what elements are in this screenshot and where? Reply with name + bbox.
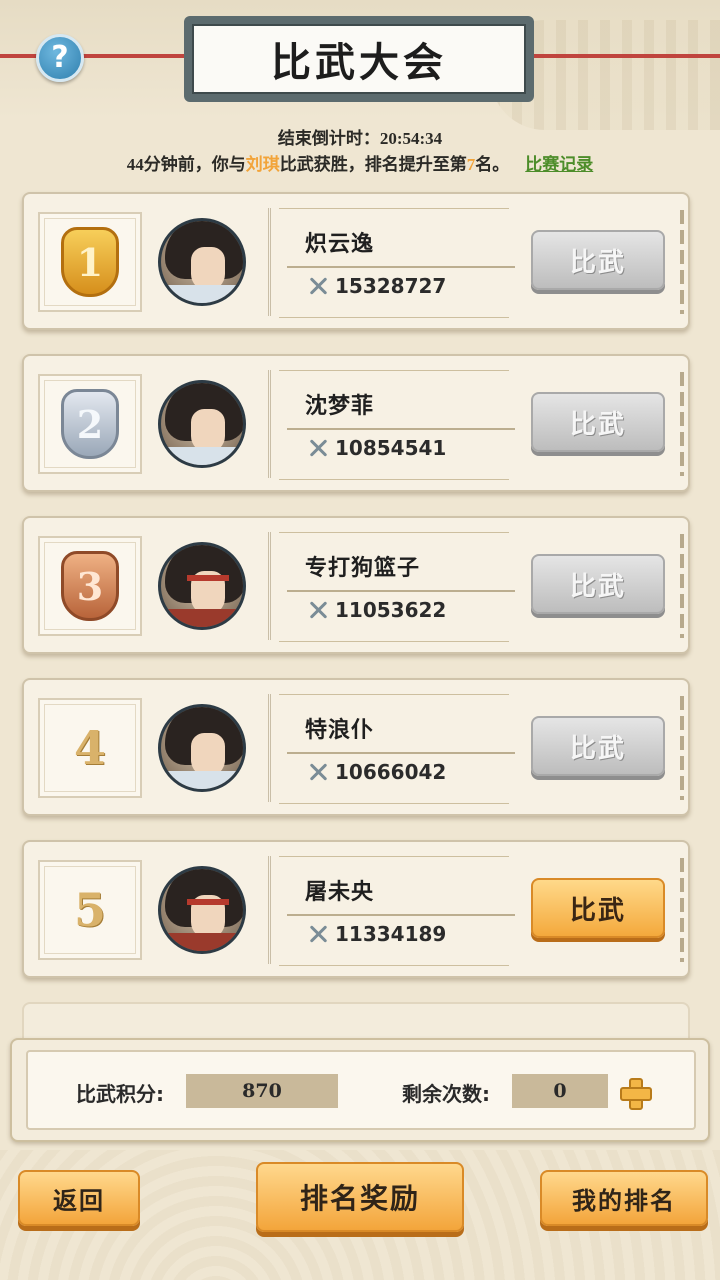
- rank-box: 4: [38, 698, 142, 798]
- rank-reward-button[interactable]: 排名奖励: [256, 1162, 464, 1232]
- remaining-value: 0: [512, 1074, 608, 1108]
- rank-card: 3 专打狗篮子 11053622 比武: [22, 516, 690, 654]
- rank-box: 2: [38, 374, 142, 474]
- rank-card-partial: [22, 1002, 690, 1042]
- notice-middle: 比武获胜，排名提升至第: [279, 155, 467, 174]
- player-info: 沈梦菲 10854541 比武: [268, 370, 678, 480]
- score-panel: 比武积分: 870 剩余次数: 0: [10, 1038, 710, 1142]
- divider: [287, 914, 515, 916]
- avatar[interactable]: [158, 866, 246, 954]
- player-name: 特浪仆: [305, 718, 375, 743]
- crossed-swords-icon: [307, 923, 329, 945]
- notice-suffix: 名。: [475, 155, 510, 174]
- fight-button[interactable]: 比武: [531, 230, 665, 290]
- rank-number: 5: [73, 883, 106, 937]
- avatar[interactable]: [158, 704, 246, 792]
- divider: [287, 266, 515, 268]
- battle-notice: 44分钟前，你与刘琪比武获胜，排名提升至第7名。 比赛记录: [0, 150, 720, 175]
- back-button[interactable]: 返回: [18, 1170, 140, 1226]
- rank-card: 5 屠未央 11334189 比武: [22, 840, 690, 978]
- combat-power-value: 10854541: [335, 436, 447, 460]
- rank-box: 5: [38, 860, 142, 960]
- plus-icon[interactable]: [620, 1078, 652, 1110]
- player-info: 炽云逸 15328727 比武: [268, 208, 678, 318]
- fight-button[interactable]: 比武: [531, 554, 665, 614]
- player-info: 屠未央 11334189 比武: [268, 856, 678, 966]
- player-info: 特浪仆 10666042 比武: [268, 694, 678, 804]
- rank-box: 1: [38, 212, 142, 312]
- divider: [287, 752, 515, 754]
- rank-card: 1 炽云逸 15328727 比武: [22, 192, 690, 330]
- combat-power: 10666042: [307, 760, 446, 784]
- avatar[interactable]: [158, 380, 246, 468]
- avatar[interactable]: [158, 218, 246, 306]
- combat-power-value: 11334189: [335, 922, 447, 946]
- player-name: 沈梦菲: [305, 394, 375, 419]
- crossed-swords-icon: [307, 599, 329, 621]
- player-name: 专打狗篮子: [305, 556, 421, 581]
- rank-card: 4 特浪仆 10666042 比武: [22, 678, 690, 816]
- countdown-time: 20:54:34: [379, 129, 443, 148]
- rank-card: 2 沈梦菲 10854541 比武: [22, 354, 690, 492]
- bronze-medal-icon: 3: [61, 551, 119, 621]
- fight-button[interactable]: 比武: [531, 716, 665, 776]
- combat-power-value: 11053622: [335, 598, 447, 622]
- remaining-label: 剩余次数:: [402, 1082, 490, 1106]
- score-label: 比武积分:: [76, 1082, 164, 1106]
- player-name: 屠未央: [305, 880, 375, 905]
- combat-power: 15328727: [307, 274, 446, 298]
- countdown-label: 结束倒计时：: [277, 129, 380, 148]
- player-name: 炽云逸: [305, 232, 375, 257]
- page-title: 比武大会: [192, 24, 526, 94]
- countdown-timer: 结束倒计时：20:54:34: [0, 124, 720, 149]
- combat-power: 11053622: [307, 598, 446, 622]
- combat-power: 11334189: [307, 922, 446, 946]
- player-info: 专打狗篮子 11053622 比武: [268, 532, 678, 642]
- rank-number: 4: [73, 721, 106, 775]
- my-rank-button[interactable]: 我的排名: [540, 1170, 708, 1226]
- combat-power-value: 10666042: [335, 760, 447, 784]
- score-value: 870: [186, 1074, 338, 1108]
- combat-power-value: 15328727: [335, 274, 447, 298]
- rank-box: 3: [38, 536, 142, 636]
- help-button[interactable]: ?: [36, 34, 84, 82]
- notice-prefix: 44分钟前，你与: [126, 155, 246, 174]
- crossed-swords-icon: [307, 275, 329, 297]
- score-inner: 比武积分: 870 剩余次数: 0: [26, 1050, 696, 1130]
- fight-button-active[interactable]: 比武: [531, 878, 665, 938]
- combat-power: 10854541: [307, 436, 446, 460]
- avatar[interactable]: [158, 542, 246, 630]
- rope-right: [528, 54, 720, 58]
- match-record-link[interactable]: 比赛记录: [525, 155, 593, 174]
- crossed-swords-icon: [307, 437, 329, 459]
- notice-rank: 7: [466, 155, 476, 174]
- gold-medal-icon: 1: [61, 227, 119, 297]
- notice-opponent: 刘琪: [245, 155, 280, 174]
- fight-button[interactable]: 比武: [531, 392, 665, 452]
- crossed-swords-icon: [307, 761, 329, 783]
- divider: [287, 428, 515, 430]
- title-board: 比武大会: [184, 16, 534, 102]
- rope-left: [0, 54, 190, 58]
- silver-medal-icon: 2: [61, 389, 119, 459]
- divider: [287, 590, 515, 592]
